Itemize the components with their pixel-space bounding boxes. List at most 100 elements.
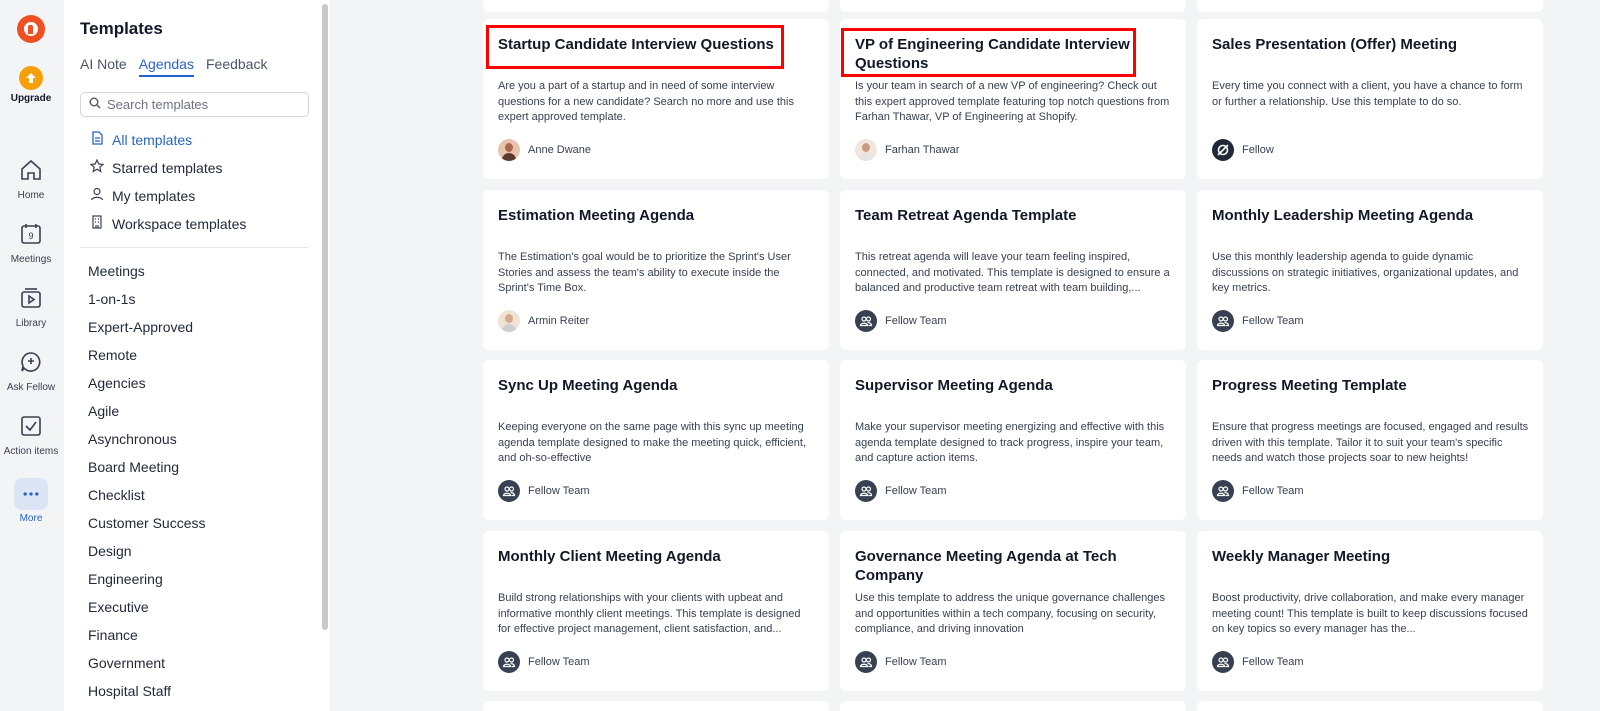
- upgrade-button[interactable]: Upgrade: [0, 66, 62, 104]
- team-icon: [1212, 480, 1234, 502]
- search-box[interactable]: [80, 92, 309, 117]
- template-card-governance[interactable]: Governance Meeting Agenda at Tech Compan…: [840, 531, 1186, 691]
- category-expert-approved[interactable]: Expert-Approved: [88, 319, 193, 335]
- author-name: Fellow: [1242, 144, 1274, 156]
- card-partial-top: [840, 0, 1186, 12]
- template-card-team-retreat[interactable]: Team Retreat Agenda Template This retrea…: [840, 190, 1186, 350]
- category-checklist[interactable]: Checklist: [88, 487, 145, 503]
- card-title: Governance Meeting Agenda at Tech Compan…: [855, 548, 1117, 584]
- card-author: Fellow Team: [1212, 310, 1304, 332]
- author-name: Farhan Thawar: [885, 144, 960, 156]
- avatar: [498, 310, 520, 332]
- author-name: Fellow Team: [1242, 656, 1304, 668]
- category-1-on-1s[interactable]: 1-on-1s: [88, 291, 135, 307]
- rail-label-more: More: [19, 513, 43, 524]
- user-icon: [90, 187, 104, 204]
- rail-item-ask-fellow[interactable]: Ask Fellow: [0, 350, 62, 393]
- card-title: Weekly Manager Meeting: [1212, 548, 1391, 565]
- template-card-weekly-manager[interactable]: Weekly Manager Meeting Boost productivit…: [1197, 531, 1543, 691]
- panel-title: Templates: [80, 19, 163, 38]
- template-card-monthly-client[interactable]: Monthly Client Meeting Agenda Build stro…: [483, 531, 829, 691]
- card-partial-bottom: [840, 701, 1186, 711]
- card-author: Fellow Team: [855, 480, 947, 502]
- card-description: Use this template to address the unique …: [855, 592, 1166, 635]
- card-description: The Estimation's goal would be to priori…: [498, 251, 791, 294]
- category-agencies[interactable]: Agencies: [88, 375, 146, 391]
- rail-item-library[interactable]: Library: [0, 286, 62, 329]
- filter-label: All templates: [112, 131, 193, 148]
- card-description: This retreat agenda will leave your team…: [855, 251, 1170, 294]
- card-description: Build strong relationships with your cli…: [498, 592, 801, 635]
- rail-item-more[interactable]: More: [0, 478, 62, 524]
- category-executive[interactable]: Executive: [88, 599, 149, 615]
- filter-label: Starred templates: [112, 159, 223, 176]
- upgrade-arrow-icon: [19, 66, 43, 90]
- card-author: Fellow Team: [1212, 651, 1304, 673]
- filter-label: Workspace templates: [112, 215, 247, 232]
- category-meetings[interactable]: Meetings: [88, 263, 145, 279]
- team-icon: [855, 480, 877, 502]
- card-author: Fellow Team: [1212, 480, 1304, 502]
- filter-workspace-templates[interactable]: Workspace templates: [90, 215, 246, 232]
- category-engineering[interactable]: Engineering: [88, 571, 163, 587]
- tab-ai-note[interactable]: AI Note: [80, 56, 127, 77]
- card-partial-bottom: [483, 701, 829, 711]
- star-icon: [89, 158, 105, 176]
- panel-scrollbar[interactable]: [322, 4, 328, 630]
- card-title: Team Retreat Agenda Template: [855, 207, 1077, 224]
- rail-label-action-items: Action items: [3, 446, 59, 457]
- filter-all-templates[interactable]: All templates: [90, 131, 192, 148]
- card-description: Is your team in search of a new VP of en…: [855, 80, 1170, 123]
- avatar: [498, 139, 520, 161]
- template-card-progress[interactable]: Progress Meeting Template Ensure that pr…: [1197, 360, 1543, 520]
- category-hospital-staff[interactable]: Hospital Staff: [88, 683, 171, 699]
- rail-item-meetings[interactable]: 9 Meetings: [0, 222, 62, 265]
- card-title: Supervisor Meeting Agenda: [855, 377, 1053, 394]
- avatar: [855, 139, 877, 161]
- template-card-estimation[interactable]: Estimation Meeting Agenda The Estimation…: [483, 190, 829, 350]
- filter-starred-templates[interactable]: Starred templates: [89, 158, 223, 176]
- category-asynchronous[interactable]: Asynchronous: [88, 431, 177, 447]
- template-card-sales-presentation[interactable]: Sales Presentation (Offer) Meeting Every…: [1197, 19, 1543, 179]
- checkbox-icon: [19, 414, 43, 443]
- rail-label-library: Library: [15, 318, 47, 329]
- tab-agendas[interactable]: Agendas: [138, 56, 194, 77]
- category-customer-success[interactable]: Customer Success: [88, 515, 205, 531]
- team-icon: [498, 480, 520, 502]
- tab-feedback[interactable]: Feedback: [206, 56, 267, 77]
- highlight-box-vp-engineering-title: [841, 28, 1136, 77]
- rail-item-home[interactable]: Home: [0, 158, 62, 201]
- card-author: Anne Dwane: [498, 139, 591, 161]
- card-title: Monthly Client Meeting Agenda: [498, 548, 721, 565]
- rail-label-home: Home: [17, 190, 45, 201]
- card-author: Fellow Team: [855, 310, 947, 332]
- template-card-sync-up[interactable]: Sync Up Meeting Agenda Keeping everyone …: [483, 360, 829, 520]
- card-author: Fellow: [1212, 139, 1274, 161]
- card-partial-top: [1197, 0, 1543, 12]
- category-board-meeting[interactable]: Board Meeting: [88, 459, 179, 475]
- filter-my-templates[interactable]: My templates: [90, 187, 195, 204]
- library-icon: [19, 286, 43, 315]
- template-tabs: AI Note Agendas Feedback: [80, 56, 267, 77]
- template-card-monthly-leadership[interactable]: Monthly Leadership Meeting Agenda Use th…: [1197, 190, 1543, 350]
- category-agile[interactable]: Agile: [88, 403, 119, 419]
- author-name: Fellow Team: [885, 315, 947, 327]
- category-government[interactable]: Government: [88, 655, 165, 671]
- templates-panel: Templates AI Note Agendas Feedback All t…: [64, 0, 330, 711]
- building-icon: [90, 215, 104, 232]
- category-design[interactable]: Design: [88, 543, 132, 559]
- category-finance[interactable]: Finance: [88, 627, 138, 643]
- author-name: Armin Reiter: [528, 315, 590, 327]
- template-card-supervisor[interactable]: Supervisor Meeting Agenda Make your supe…: [840, 360, 1186, 520]
- category-remote[interactable]: Remote: [88, 347, 137, 363]
- fellow-logo[interactable]: [17, 15, 45, 43]
- left-rail: Upgrade Home 9 Meetings Library Ask Fell…: [0, 0, 62, 711]
- author-name: Fellow Team: [1242, 485, 1304, 497]
- fellow-logo-icon: [1212, 139, 1234, 161]
- team-icon: [498, 651, 520, 673]
- card-title: Sync Up Meeting Agenda: [498, 377, 678, 394]
- rail-item-action-items[interactable]: Action items: [0, 414, 62, 457]
- search-input[interactable]: [107, 97, 297, 112]
- upgrade-label: Upgrade: [10, 93, 52, 104]
- author-name: Fellow Team: [885, 485, 947, 497]
